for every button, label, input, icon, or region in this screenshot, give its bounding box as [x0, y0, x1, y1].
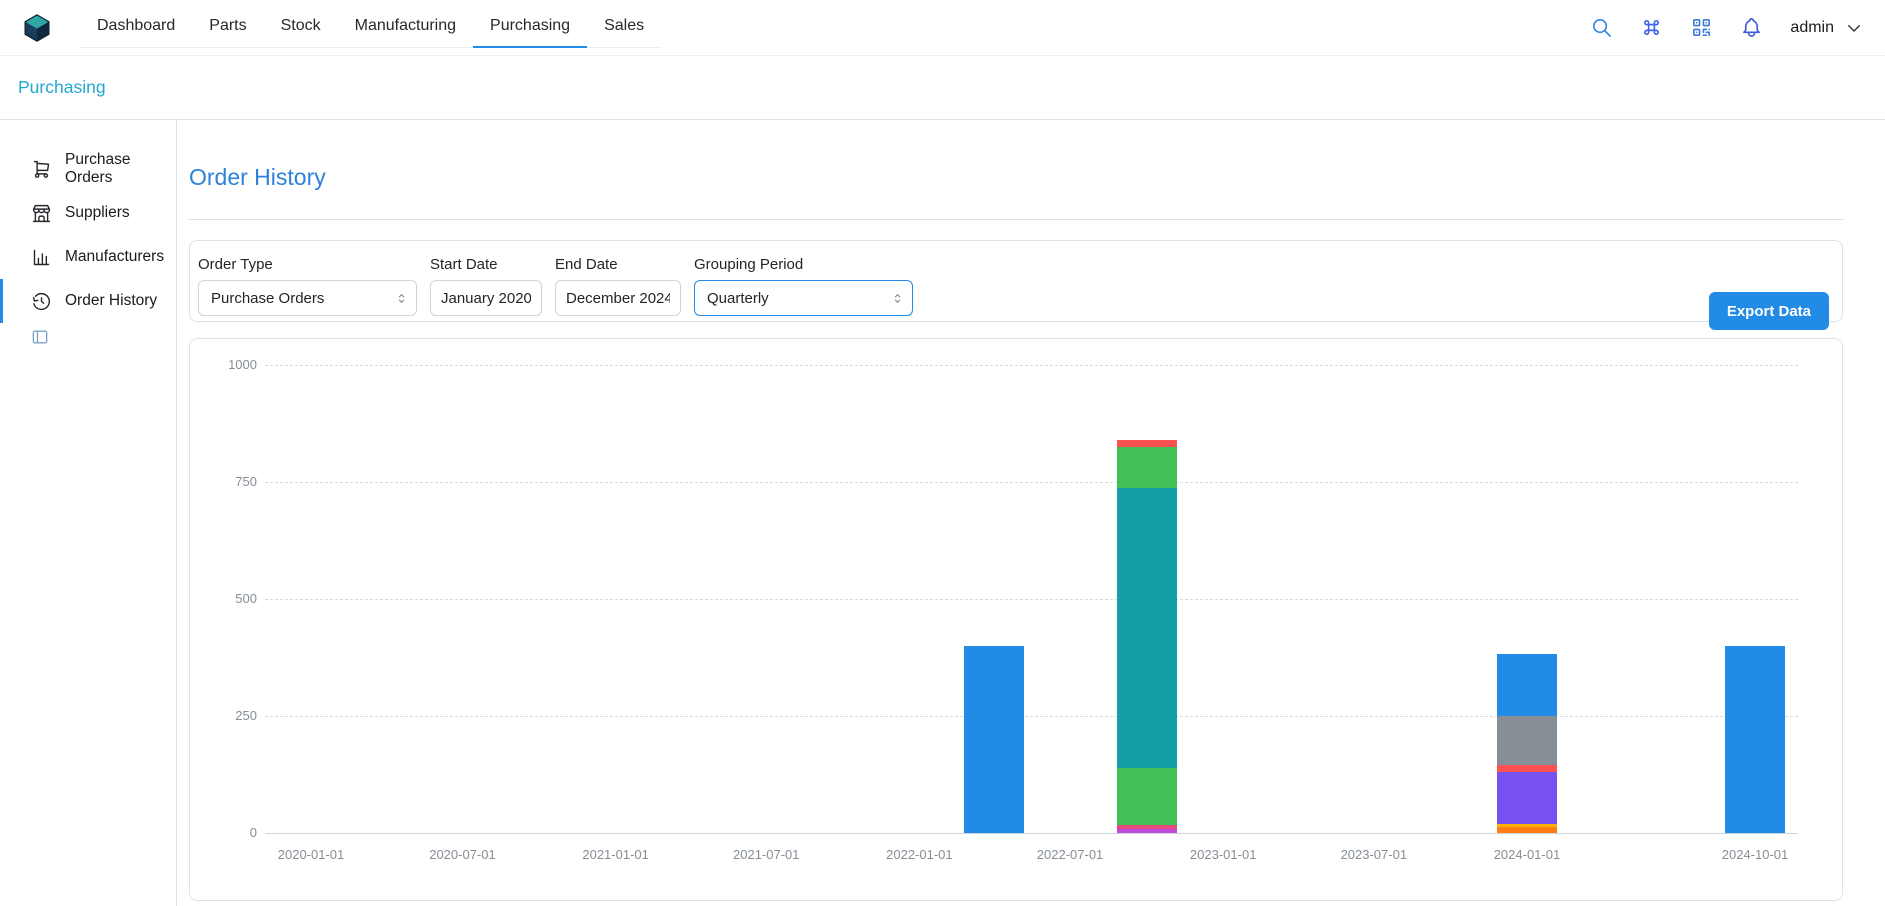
sidebar-item-order-history[interactable]: Order History — [0, 279, 176, 323]
sidebar-item-label: Suppliers — [65, 204, 130, 222]
gridline — [265, 833, 1798, 834]
tab-purchasing[interactable]: Purchasing — [473, 4, 587, 47]
x-axis-tick: 2020-07-01 — [397, 847, 527, 862]
x-axis-tick: 2024-10-01 — [1690, 847, 1820, 862]
start-date-input[interactable] — [430, 280, 542, 316]
tab-manufacturing[interactable]: Manufacturing — [338, 4, 473, 47]
sidebar-item-purchase-orders[interactable]: Purchase Orders — [0, 147, 176, 191]
x-axis-tick: 2023-07-01 — [1309, 847, 1439, 862]
notifications-bell-icon[interactable] — [1740, 16, 1763, 39]
x-axis-tick: 2021-01-01 — [551, 847, 681, 862]
barcode-scan-icon[interactable] — [1690, 16, 1713, 39]
grouping-period-label: Grouping Period — [694, 256, 913, 273]
breadcrumb-item[interactable]: Purchasing — [18, 77, 106, 98]
gridline — [265, 716, 1798, 717]
search-icon[interactable] — [1590, 16, 1613, 39]
breadcrumb: Purchasing — [0, 56, 1885, 120]
start-date-label: Start Date — [430, 256, 542, 273]
end-date-input[interactable] — [555, 280, 681, 316]
end-date-label: End Date — [555, 256, 681, 273]
sidebar-item-manufacturers[interactable]: Manufacturers — [0, 235, 176, 279]
bar-segment — [1117, 825, 1177, 830]
bar-segment — [1497, 824, 1557, 828]
end-date-field: End Date — [555, 256, 681, 316]
y-axis-tick: 0 — [190, 825, 257, 841]
history-icon — [31, 291, 52, 312]
y-axis-tick: 750 — [190, 474, 257, 490]
page-title: Order History — [189, 163, 1843, 191]
username: admin — [1790, 19, 1834, 37]
bar-segment — [1117, 829, 1177, 833]
gridline — [265, 599, 1798, 600]
bar-segment — [1117, 768, 1177, 824]
chart-plot: 0 250 500 750 1000 2020-01-01 2020-07-01 2021-0… — [190, 339, 1842, 900]
shop-icon — [31, 203, 52, 224]
sidebar-item-label: Order History — [65, 292, 157, 310]
grouping-period-select[interactable]: Quarterly — [694, 280, 913, 316]
title-divider — [189, 219, 1843, 220]
bar-segment — [1117, 488, 1177, 769]
bar-segment — [964, 646, 1024, 833]
tab-parts[interactable]: Parts — [192, 4, 263, 47]
command-palette-icon[interactable] — [1640, 16, 1663, 39]
selector-updown-icon — [395, 291, 408, 306]
order-type-select[interactable]: Purchase Orders — [198, 280, 417, 316]
sidebar: Purchase Orders Suppliers Manufacturers Ord… — [0, 120, 176, 347]
filter-panel: Order Type Purchase Orders Start Date En… — [189, 240, 1843, 322]
x-axis-tick: 2022-07-01 — [1005, 847, 1135, 862]
header-actions: admin — [1590, 16, 1863, 39]
x-axis-tick: 2024-01-01 — [1462, 847, 1592, 862]
nav-tabs: DashboardPartsStockManufacturingPurchasi… — [80, 4, 661, 48]
sidebar-item-label: Purchase Orders — [65, 151, 176, 187]
bar-segment — [1725, 646, 1785, 833]
order-type-value: Purchase Orders — [211, 290, 324, 307]
order-type-field: Order Type Purchase Orders — [198, 256, 417, 316]
tab-dashboard[interactable]: Dashboard — [80, 4, 192, 47]
x-axis-tick: 2021-07-01 — [701, 847, 831, 862]
order-type-label: Order Type — [198, 256, 417, 273]
export-data-button[interactable]: Export Data — [1709, 292, 1829, 330]
gridline — [265, 365, 1798, 366]
sidebar-item-label: Manufacturers — [65, 248, 164, 266]
y-axis-tick: 1000 — [190, 357, 257, 373]
bar-segment — [1497, 654, 1557, 716]
inventree-logo-icon[interactable] — [22, 13, 52, 43]
bar-segment — [1497, 827, 1557, 833]
sidebar-nav: Purchase Orders Suppliers Manufacturers Ord… — [0, 147, 176, 323]
cart-icon — [31, 159, 52, 180]
bar-segment — [1497, 765, 1557, 772]
y-axis-tick: 500 — [190, 591, 257, 607]
x-axis-tick: 2020-01-01 — [246, 847, 376, 862]
grouping-period-field: Grouping Period Quarterly — [694, 256, 913, 316]
bar-segment — [1117, 440, 1177, 447]
x-axis-tick: 2023-01-01 — [1158, 847, 1288, 862]
sidebar-item-suppliers[interactable]: Suppliers — [0, 191, 176, 235]
y-axis-tick: 250 — [190, 708, 257, 724]
user-menu[interactable]: admin — [1790, 19, 1863, 37]
header: DashboardPartsStockManufacturingPurchasi… — [0, 0, 1885, 56]
gridline — [265, 482, 1798, 483]
selector-updown-icon — [891, 291, 904, 306]
x-axis-tick: 2022-01-01 — [854, 847, 984, 862]
order-history-chart: 0 250 500 750 1000 2020-01-01 2020-07-01 2021-0… — [189, 338, 1843, 901]
tab-stock[interactable]: Stock — [264, 4, 338, 47]
bar-segment — [1117, 447, 1177, 488]
chevron-down-icon — [1845, 19, 1863, 37]
sidebar-collapse-icon[interactable] — [30, 327, 50, 347]
start-date-field: Start Date — [430, 256, 542, 316]
grouping-period-value: Quarterly — [707, 290, 769, 307]
chart-icon — [31, 247, 52, 268]
main-panel: Order History Order Type Purchase Orders… — [177, 120, 1885, 906]
tab-sales[interactable]: Sales — [587, 4, 661, 47]
bar-segment — [1497, 716, 1557, 765]
bar-segment — [1497, 772, 1557, 823]
